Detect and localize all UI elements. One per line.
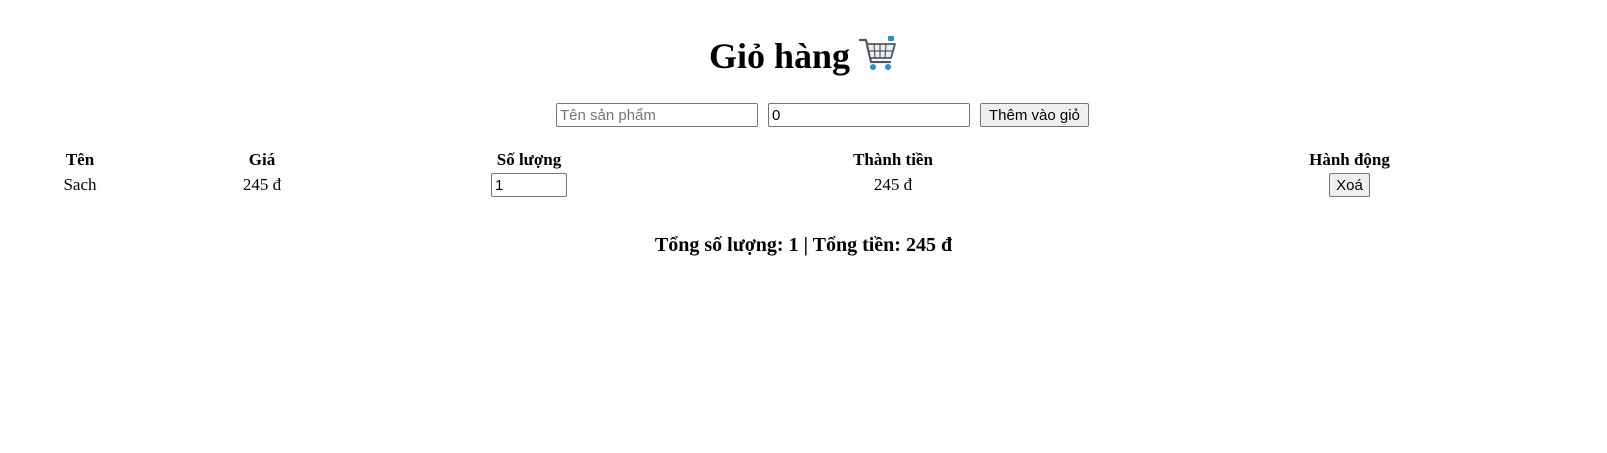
column-header-action: Hành động bbox=[1309, 150, 1390, 169]
page-title-text: Giỏ hàng bbox=[708, 36, 851, 76]
column-header-price: Giá bbox=[248, 150, 276, 169]
add-to-cart-button[interactable]: Thêm vào giỏ bbox=[980, 103, 1089, 127]
cell-product-name: Sach bbox=[63, 175, 97, 195]
cart-summary: Tổng số lượng: 1 | Tổng tiền: 245 đ bbox=[654, 234, 953, 256]
table-row: Sach 245 đ 245 đ Xoá bbox=[8, 172, 1599, 198]
product-name-input[interactable] bbox=[556, 103, 758, 127]
product-price-input[interactable] bbox=[768, 103, 970, 127]
table-header-row: Tên Giá Số lượng Thành tiền Hành động bbox=[8, 148, 1599, 172]
column-header-name: Tên bbox=[65, 150, 95, 169]
add-product-form: Thêm vào giỏ bbox=[0, 103, 1607, 129]
cell-product-price: 245 đ bbox=[242, 175, 282, 195]
cart-page: Giỏ hàng Thêm vào giỏ Tên Giá Số lượng T bbox=[0, 0, 1607, 453]
page-title: Giỏ hàng bbox=[0, 34, 1607, 78]
cell-action: Xoá bbox=[1100, 172, 1599, 198]
delete-item-button[interactable]: Xoá bbox=[1329, 173, 1370, 198]
shopping-cart-icon bbox=[858, 34, 898, 74]
quantity-input[interactable] bbox=[491, 173, 567, 198]
column-header-quantity: Số lượng bbox=[496, 150, 562, 169]
cart-table: Tên Giá Số lượng Thành tiền Hành động Sa… bbox=[8, 148, 1599, 198]
cell-quantity bbox=[372, 172, 686, 198]
column-header-total: Thành tiền bbox=[853, 150, 933, 169]
cell-line-total: 245 đ bbox=[873, 175, 913, 195]
